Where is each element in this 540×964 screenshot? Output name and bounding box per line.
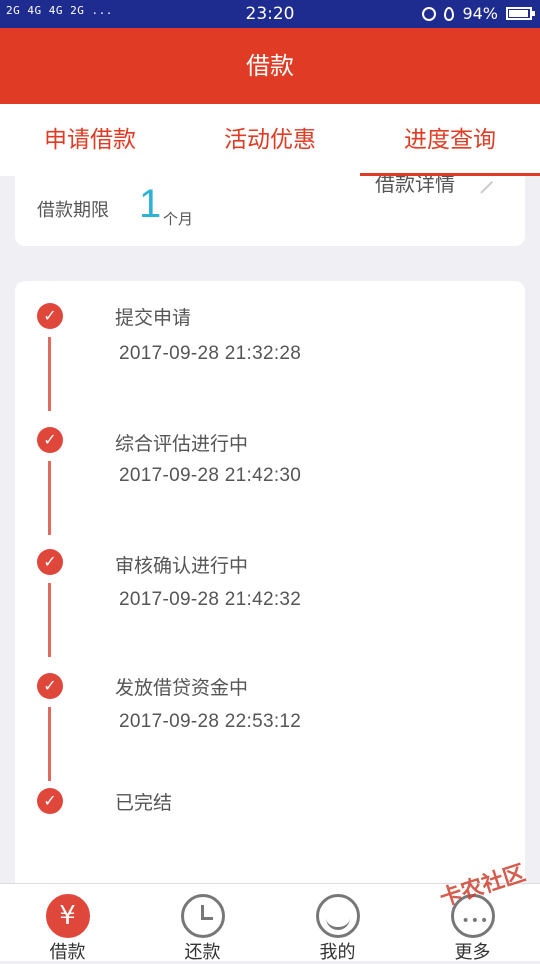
step-time: 2017-09-28 21:32:28 — [119, 343, 302, 364]
term-unit: 个月 — [163, 210, 194, 228]
progress-timeline: ✓ 提交申请 2017-09-28 21:32:28 ✓ 综合评估进行中 201… — [15, 281, 525, 921]
nav-mine[interactable]: 我的 — [270, 884, 405, 963]
check-icon: ✓ — [37, 788, 63, 814]
battery-icon — [506, 7, 535, 20]
more-dots: ••• — [461, 913, 490, 929]
tab-promotions[interactable]: 活动优惠 — [180, 104, 360, 176]
profile-icon — [315, 894, 360, 938]
step-title: 审核确认进行中 — [115, 555, 249, 577]
alarm-icon — [422, 6, 437, 21]
step-title: 综合评估进行中 — [115, 433, 249, 455]
tab-progress[interactable]: 进度查询 — [360, 104, 540, 176]
timeline-connector — [48, 337, 51, 411]
term-value: 1 — [139, 182, 162, 226]
nav-loan[interactable]: ¥ 借款 — [0, 884, 135, 963]
nav-label: 我的 — [319, 942, 356, 963]
timeline-connector — [48, 707, 51, 781]
term-label: 借款期限 — [37, 200, 109, 221]
timeline-connector — [48, 583, 51, 657]
location-icon — [444, 6, 455, 21]
yen-icon: ¥ — [45, 894, 90, 938]
nav-repay[interactable]: 还款 — [135, 884, 270, 963]
battery-fill — [509, 10, 528, 17]
status-right: 94% — [422, 4, 535, 23]
step-time: 2017-09-28 21:42:30 — [119, 465, 302, 486]
status-bar: 2G 4G 4G 2G ... 23:20 94% — [0, 0, 540, 28]
check-icon: ✓ — [37, 673, 63, 699]
clock-hand — [200, 917, 213, 920]
check-icon: ✓ — [37, 303, 63, 329]
nav-label: 更多 — [454, 942, 491, 963]
page-title: 借款 — [0, 28, 540, 104]
profile-glyph — [325, 917, 350, 930]
step-time: 2017-09-28 21:42:32 — [119, 589, 302, 610]
step-title: 已完结 — [115, 792, 173, 814]
step-title: 发放借贷资金中 — [115, 677, 249, 699]
nav-label: 还款 — [184, 942, 221, 963]
battery-percent: 94% — [462, 4, 498, 23]
tab-bar: 申请借款 活动优惠 进度查询 — [0, 104, 540, 176]
step-time: 2017-09-28 22:53:12 — [119, 711, 302, 732]
nav-label: 借款 — [49, 942, 86, 963]
clock-icon — [180, 894, 225, 938]
check-icon: ✓ — [37, 427, 63, 453]
chevron-right-icon[interactable] — [480, 180, 494, 194]
tab-apply-loan[interactable]: 申请借款 — [0, 104, 180, 176]
timeline-connector — [48, 461, 51, 535]
step-title: 提交申请 — [115, 307, 192, 329]
check-icon: ✓ — [37, 549, 63, 575]
